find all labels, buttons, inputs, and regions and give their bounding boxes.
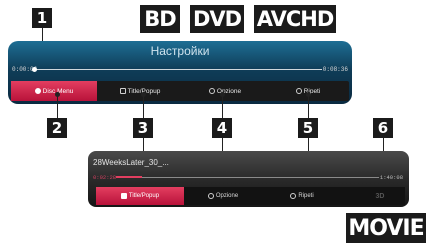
callout-1: 1 — [32, 8, 52, 28]
movie-badge: MOVIE — [346, 213, 426, 243]
repeat-icon — [295, 88, 302, 94]
option-button[interactable]: Opzione — [183, 81, 267, 101]
menu-title: Настройки — [150, 44, 210, 58]
3d-button: 3D — [375, 192, 385, 200]
title-icon — [119, 88, 126, 94]
repeat-label: Ripeti — [298, 193, 314, 199]
option-icon — [208, 88, 215, 94]
callout-2-dot — [55, 92, 60, 97]
menu-button-bar: Title/Popup Opzione Ripeti 3D — [96, 187, 405, 205]
callout-3-line — [143, 96, 144, 118]
option-label: Opzione — [215, 193, 239, 199]
callout-5-dot — [306, 92, 311, 97]
progress-fill — [116, 176, 142, 178]
elapsed-time: 0:02:28 — [93, 174, 117, 181]
avchd-badge: AVCHD — [254, 5, 336, 33]
progress-knob[interactable] — [32, 67, 37, 72]
callout-5-line — [308, 96, 309, 118]
callout-5: 5 — [298, 118, 318, 138]
callout-4-line — [222, 96, 223, 118]
bd-badge: BD — [140, 5, 180, 33]
disc-icon — [34, 88, 41, 94]
total-time: 1:40:08 — [379, 174, 403, 181]
repeat-icon — [290, 193, 297, 199]
option-icon — [207, 193, 214, 199]
total-time: 0:08:36 — [322, 66, 348, 73]
callout-4: 4 — [212, 118, 232, 138]
progress-track[interactable] — [116, 177, 379, 178]
menu-button-bar: Disc Menu Title/Popup Opzione Ripeti — [11, 81, 349, 101]
callout-4-dot — [220, 92, 225, 97]
playback-menu-bottom: 28WeeksLater_30_... 0:02:28 1:40:08 Titl… — [88, 151, 409, 207]
progress-track[interactable] — [34, 69, 322, 70]
callout-6: 6 — [373, 118, 393, 138]
callout-2: 2 — [47, 118, 67, 138]
file-title: 28WeeksLater_30_... — [93, 158, 169, 167]
title-popup-button[interactable]: Title/Popup — [96, 187, 184, 205]
disc-menu-button[interactable]: Disc Menu — [11, 81, 97, 101]
callout-3-dot — [141, 92, 146, 97]
title-popup-label: Title/Popup — [128, 193, 160, 199]
repeat-button[interactable]: Ripeti — [262, 187, 342, 205]
callout-3: 3 — [133, 118, 153, 138]
title-popup-button[interactable]: Title/Popup — [97, 81, 183, 101]
title-icon — [120, 193, 127, 199]
callout-2-line — [57, 96, 58, 118]
option-button[interactable]: Opzione — [184, 187, 262, 205]
dvd-badge: DVD — [190, 5, 244, 33]
